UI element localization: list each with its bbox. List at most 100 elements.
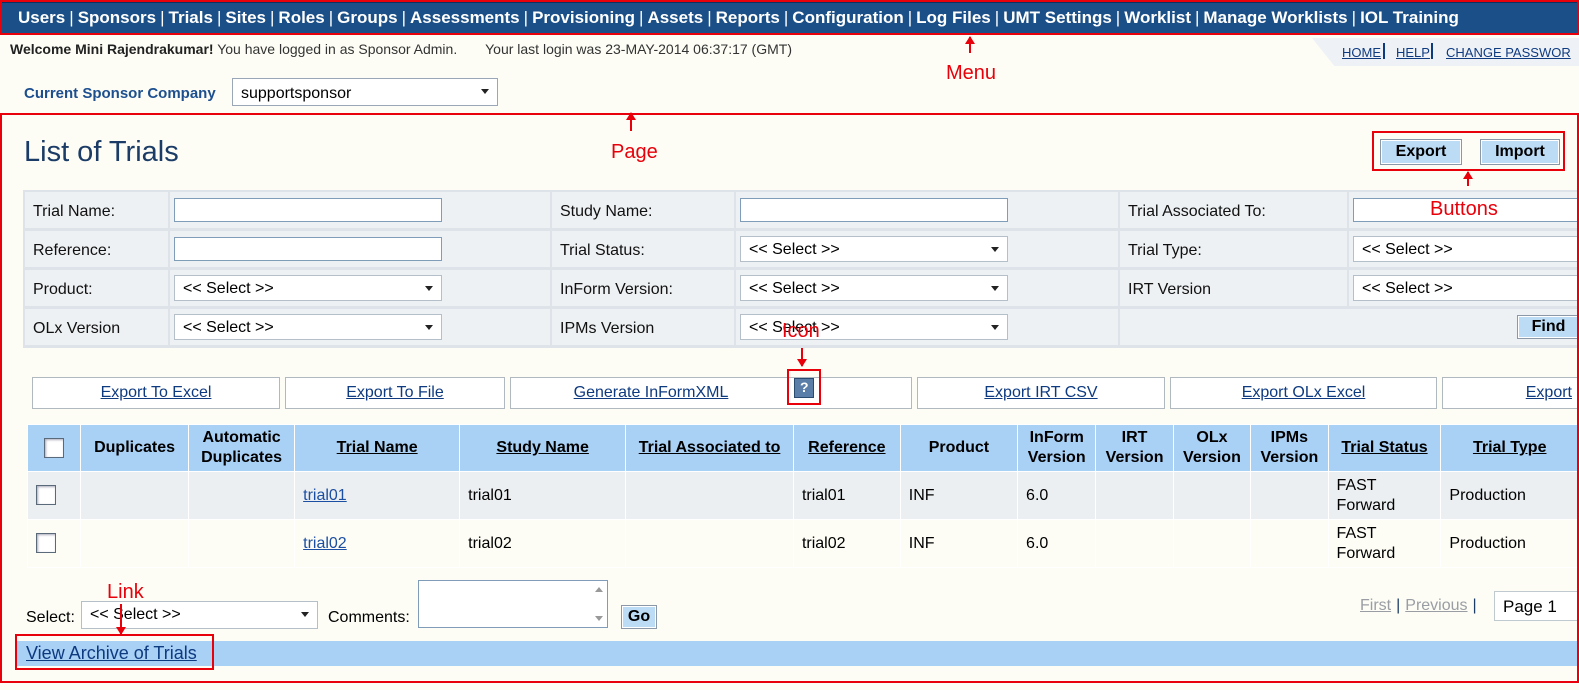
last-login: Your last login was 23-MAY-2014 06:37:17… [485, 41, 792, 57]
first-page-link[interactable]: First [1360, 597, 1391, 614]
menu-item-provisioning[interactable]: Provisioning [532, 8, 635, 27]
menu-separator: | [69, 8, 74, 27]
menu-annotation-label: Menu [946, 62, 997, 84]
change-password-link[interactable]: CHANGE PASSWOR [1446, 45, 1571, 60]
table-header-row: Duplicates Automatic Duplicates Trial Na… [26, 424, 1579, 472]
trial-name-link[interactable]: trial01 [303, 487, 347, 504]
comments-textarea[interactable] [418, 580, 608, 628]
menu-item-users[interactable]: Users [18, 8, 65, 27]
col-trial-type-label: Trial Type [1472, 439, 1547, 456]
trial-status-label: Trial Status: [560, 242, 645, 259]
col-trial-type[interactable]: Trial Type [1440, 424, 1579, 472]
menu-item-roles[interactable]: Roles [278, 8, 324, 27]
go-button[interactable]: Go [621, 605, 657, 629]
page-annotation-label: Page [611, 141, 658, 163]
duplicates-cell [80, 519, 190, 568]
inform-version-cell: 6.0 [1017, 471, 1097, 520]
col-duplicates: Duplicates [80, 424, 190, 472]
bulk-action-select[interactable]: << Select >> [81, 601, 318, 629]
generate-informxml-link[interactable]: Generate InFormXML [510, 377, 912, 409]
trial-name-link[interactable]: trial02 [303, 535, 347, 552]
previous-page-link[interactable]: Previous [1405, 597, 1467, 614]
export-button[interactable]: Export [1380, 139, 1462, 165]
menu-separator: | [270, 8, 275, 27]
table-row: trial01 trial01 trial01 INF 6.0 FAST For… [26, 471, 1579, 520]
export-to-file-link[interactable]: Export To File [285, 377, 505, 409]
sponsor-company-select[interactable]: supportsponsor [232, 78, 498, 106]
col-automatic-duplicates: Automatic Duplicates [188, 424, 296, 472]
view-archive-link[interactable]: View Archive of Trials [26, 643, 197, 664]
automatic-duplicates-cell [188, 519, 296, 568]
menu-item-reports[interactable]: Reports [716, 8, 780, 27]
row-checkbox[interactable] [36, 485, 56, 506]
main-menu-bar: Users | Sponsors | Trials | Sites | Roles | Groups… [0, 0, 1579, 34]
select-all-checkbox[interactable] [44, 437, 65, 458]
home-link[interactable]: HOME [1342, 45, 1381, 60]
trial-status-select[interactable]: << Select >> [740, 236, 1008, 262]
menu-separator: | [1115, 8, 1121, 27]
select-all-header [26, 424, 82, 472]
trial-type-select[interactable]: << Select >> [1353, 236, 1579, 262]
menu-item-umt-settings[interactable]: UMT Settings [1003, 8, 1112, 27]
product-label: Product: [33, 281, 93, 298]
chevron-down-icon [301, 612, 309, 617]
study-name-cell: trial01 [459, 471, 627, 520]
olx-version-field-cell: << Select >> [170, 309, 550, 345]
trial-associated-cell [625, 519, 794, 568]
pager-separator: | [1396, 597, 1401, 614]
menu-item-manage-worklists[interactable]: Manage Worklists [1203, 8, 1347, 27]
product-select[interactable]: << Select >> [174, 275, 442, 301]
col-trial-name[interactable]: Trial Name [294, 424, 461, 472]
menu-item-log-files[interactable]: Log Files [916, 8, 991, 27]
page-number-select[interactable]: Page 1 [1494, 591, 1579, 621]
olx-version-cell [1172, 519, 1252, 568]
import-button[interactable]: Import [1480, 139, 1560, 165]
olx-version-select[interactable]: << Select >> [174, 314, 442, 340]
select-value: << Select >> [749, 280, 840, 297]
irt-version-select[interactable]: << Select >> [1353, 275, 1579, 301]
export-irt-csv-link[interactable]: Export IRT CSV [917, 377, 1165, 409]
trials-table: Duplicates Automatic Duplicates Trial Na… [26, 424, 1579, 568]
chevron-down-icon [425, 286, 433, 291]
trial-associated-cell [625, 471, 794, 520]
menu-item-sites[interactable]: Sites [225, 8, 266, 27]
ipms-version-select[interactable]: << Select >> [740, 314, 1008, 340]
link-annotation-arrow [116, 604, 126, 635]
col-reference-label: Reference [808, 439, 886, 456]
reference-field-cell [170, 231, 550, 267]
col-trial-status-label: Trial Status [1341, 439, 1428, 456]
export-link[interactable]: Export [1442, 377, 1579, 409]
chevron-down-icon [991, 247, 999, 252]
row-checkbox[interactable] [36, 533, 56, 554]
trial-associated-cell: Trial Associated To: [1120, 192, 1347, 228]
menu-item-sponsors[interactable]: Sponsors [78, 8, 156, 27]
menu-item-trials[interactable]: Trials [169, 8, 213, 27]
scroll-down-icon[interactable] [595, 616, 603, 621]
study-name-input[interactable] [740, 198, 1008, 222]
menu-item-assessments[interactable]: Assessments [410, 8, 520, 27]
col-trial-associated-to[interactable]: Trial Associated to [625, 424, 794, 472]
menu-item-worklist[interactable]: Worklist [1124, 8, 1191, 27]
row-select-cell [26, 471, 82, 520]
help-link[interactable]: HELP [1396, 45, 1430, 60]
trial-name-field-cell [170, 192, 550, 228]
col-reference[interactable]: Reference [792, 424, 901, 472]
reference-input[interactable] [174, 237, 442, 261]
export-olx-excel-link[interactable]: Export OLx Excel [1170, 377, 1437, 409]
col-product: Product [899, 424, 1019, 472]
find-button[interactable]: Find [1517, 315, 1579, 339]
inform-version-label: InForm Version: [560, 281, 673, 298]
col-study-name[interactable]: Study Name [459, 424, 627, 472]
generate-informxml-label: Generate InFormXML [573, 384, 729, 401]
export-to-excel-link[interactable]: Export To Excel [32, 377, 280, 409]
scroll-up-icon[interactable] [595, 587, 603, 592]
inform-version-select[interactable]: << Select >> [740, 275, 1008, 301]
xml-help-icon[interactable] [794, 378, 814, 398]
col-trial-status[interactable]: Trial Status [1327, 424, 1442, 472]
menu-item-configuration[interactable]: Configuration [792, 8, 903, 27]
duplicates-cell [80, 471, 190, 520]
menu-item-assets[interactable]: Assets [647, 8, 703, 27]
trial-name-input[interactable] [174, 198, 442, 222]
menu-item-groups[interactable]: Groups [337, 8, 397, 27]
menu-item-iol-training[interactable]: IOL Training [1360, 8, 1459, 27]
